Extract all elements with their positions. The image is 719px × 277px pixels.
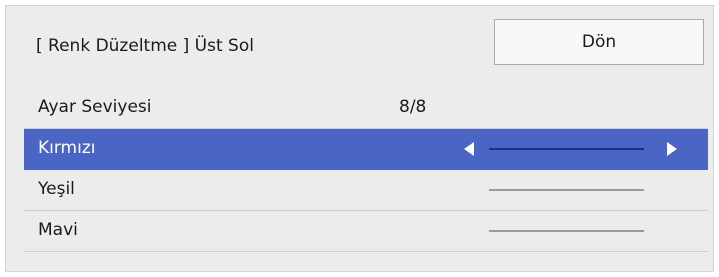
list-item-red[interactable]: Kırmızı — [24, 129, 708, 170]
settings-list: Ayar Seviyesi 8/8 Kırmızı Yeşil Mavi — [24, 88, 708, 252]
page-title: [ Renk Düzeltme ] Üst Sol — [36, 36, 254, 56]
arrow-right-icon[interactable] — [667, 142, 677, 156]
blue-slider[interactable] — [464, 211, 684, 252]
adjust-level-value: 8/8 — [399, 97, 427, 117]
red-slider[interactable] — [464, 129, 684, 170]
green-slider[interactable] — [464, 170, 684, 211]
list-item-label: Mavi — [38, 220, 78, 240]
slider-track[interactable] — [489, 148, 644, 150]
slider-track[interactable] — [489, 189, 644, 191]
list-item-label: Ayar Seviyesi — [38, 97, 152, 117]
list-item-blue[interactable]: Mavi — [24, 211, 708, 252]
arrow-left-icon[interactable] — [464, 142, 474, 156]
list-item-label: Kırmızı — [38, 138, 96, 158]
list-item-adjust-level[interactable]: Ayar Seviyesi 8/8 — [24, 88, 708, 129]
back-button[interactable]: Dön — [494, 19, 704, 65]
list-item-green[interactable]: Yeşil — [24, 170, 708, 211]
slider-track[interactable] — [489, 230, 644, 232]
list-item-label: Yeşil — [38, 179, 75, 199]
